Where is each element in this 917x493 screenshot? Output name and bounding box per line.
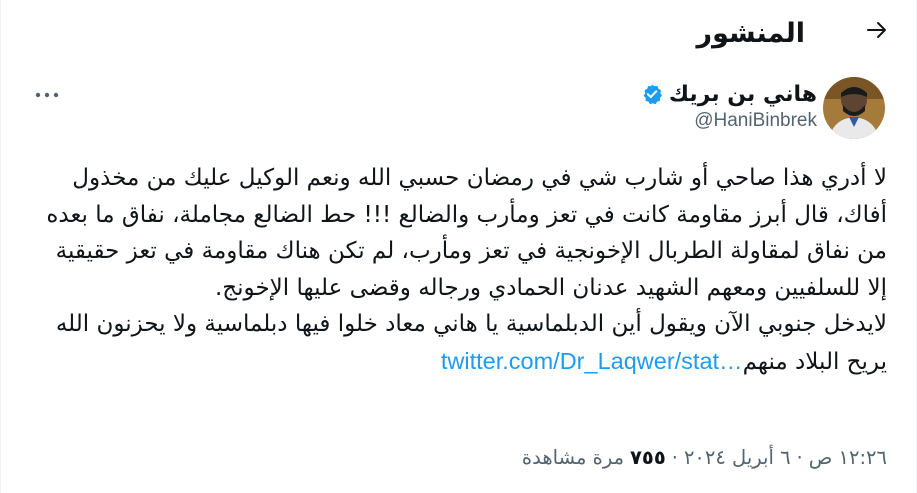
author-name-row: هاني بن بريك <box>641 78 817 110</box>
separator: · <box>671 446 678 469</box>
profile-photo <box>823 77 885 139</box>
back-button[interactable] <box>859 14 895 50</box>
separator: · <box>796 446 803 469</box>
views-count: ٧٥٥ <box>630 446 666 469</box>
more-horizontal-icon <box>34 84 60 103</box>
tweet-link[interactable]: twitter.com/Dr_Laqwer/stat… <box>441 348 743 374</box>
tweet-text: لا أدري هذا صاحي أو شارب شي في رمضان حسب… <box>42 160 887 380</box>
tweet-date[interactable]: ٦ أبريل ٢٠٢٤ <box>684 446 791 469</box>
tweet-time[interactable]: ١٢:٢٦ ص <box>809 446 887 469</box>
display-name[interactable]: هاني بن بريك <box>669 82 817 107</box>
verified-badge-icon <box>641 83 663 105</box>
left-border <box>0 0 1 493</box>
tweet-body: لا أدري هذا صاحي أو شارب شي في رمضان حسب… <box>46 165 887 375</box>
author-handle[interactable]: @HaniBinbrek <box>694 110 817 132</box>
page-title: المنشور <box>696 18 805 49</box>
tweet-meta: ١٢:٢٦ ص · ٦ أبريل ٢٠٢٤ · ٧٥٥ مرة مشاهدة <box>522 446 887 469</box>
views-label: مرة مشاهدة <box>521 446 625 469</box>
arrow-right-icon <box>865 18 889 46</box>
post-header: المنشور <box>0 0 917 66</box>
avatar[interactable] <box>823 77 885 139</box>
more-options-button[interactable] <box>30 80 64 106</box>
